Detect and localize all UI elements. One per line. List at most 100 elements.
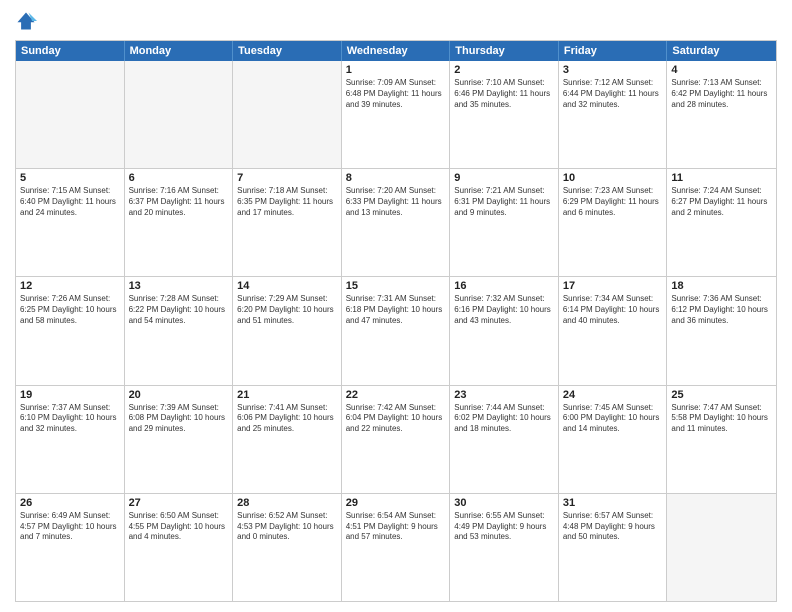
calendar-cell-4-2: 28 Sunrise: 6:52 AM Sunset: 4:53 PM Dayli…	[233, 494, 342, 601]
day-info-8: Sunrise: 7:20 AM Sunset: 6:33 PM Dayligh…	[346, 186, 446, 218]
day-number-27: 27	[129, 497, 229, 509]
day-info-24: Sunrise: 7:45 AM Sunset: 6:00 PM Dayligh…	[563, 403, 663, 435]
calendar-cell-3-4: 23 Sunrise: 7:44 AM Sunset: 6:02 PM Dayli…	[450, 386, 559, 493]
day-number-12: 12	[20, 280, 120, 292]
calendar-cell-4-3: 29 Sunrise: 6:54 AM Sunset: 4:51 PM Dayli…	[342, 494, 451, 601]
calendar-cell-2-0: 12 Sunrise: 7:26 AM Sunset: 6:25 PM Dayli…	[16, 277, 125, 384]
day-number-6: 6	[129, 172, 229, 184]
day-info-14: Sunrise: 7:29 AM Sunset: 6:20 PM Dayligh…	[237, 294, 337, 326]
day-info-30: Sunrise: 6:55 AM Sunset: 4:49 PM Dayligh…	[454, 511, 554, 543]
day-info-3: Sunrise: 7:12 AM Sunset: 6:44 PM Dayligh…	[563, 78, 663, 110]
calendar-cell-3-2: 21 Sunrise: 7:41 AM Sunset: 6:06 PM Dayli…	[233, 386, 342, 493]
day-number-10: 10	[563, 172, 663, 184]
day-info-29: Sunrise: 6:54 AM Sunset: 4:51 PM Dayligh…	[346, 511, 446, 543]
day-number-14: 14	[237, 280, 337, 292]
header-day-tuesday: Tuesday	[233, 41, 342, 61]
day-info-12: Sunrise: 7:26 AM Sunset: 6:25 PM Dayligh…	[20, 294, 120, 326]
day-number-18: 18	[671, 280, 772, 292]
header-day-wednesday: Wednesday	[342, 41, 451, 61]
day-number-28: 28	[237, 497, 337, 509]
day-info-22: Sunrise: 7:42 AM Sunset: 6:04 PM Dayligh…	[346, 403, 446, 435]
calendar-row-0: 1 Sunrise: 7:09 AM Sunset: 6:48 PM Daylig…	[16, 61, 776, 169]
calendar-cell-3-5: 24 Sunrise: 7:45 AM Sunset: 6:00 PM Dayli…	[559, 386, 668, 493]
day-number-23: 23	[454, 389, 554, 401]
day-info-17: Sunrise: 7:34 AM Sunset: 6:14 PM Dayligh…	[563, 294, 663, 326]
day-number-21: 21	[237, 389, 337, 401]
header-day-thursday: Thursday	[450, 41, 559, 61]
calendar-cell-0-6: 4 Sunrise: 7:13 AM Sunset: 6:42 PM Daylig…	[667, 61, 776, 168]
day-number-30: 30	[454, 497, 554, 509]
day-info-26: Sunrise: 6:49 AM Sunset: 4:57 PM Dayligh…	[20, 511, 120, 543]
calendar-cell-4-6	[667, 494, 776, 601]
header-day-monday: Monday	[125, 41, 234, 61]
calendar: SundayMondayTuesdayWednesdayThursdayFrid…	[15, 40, 777, 602]
day-number-1: 1	[346, 64, 446, 76]
calendar-cell-3-1: 20 Sunrise: 7:39 AM Sunset: 6:08 PM Dayli…	[125, 386, 234, 493]
calendar-cell-2-2: 14 Sunrise: 7:29 AM Sunset: 6:20 PM Dayli…	[233, 277, 342, 384]
calendar-cell-2-5: 17Sunrise: 7:34 AM Sunset: 6:14 PM Dayli…	[559, 277, 668, 384]
day-info-20: Sunrise: 7:39 AM Sunset: 6:08 PM Dayligh…	[129, 403, 229, 435]
day-info-18: Sunrise: 7:36 AM Sunset: 6:12 PM Dayligh…	[671, 294, 772, 326]
day-number-15: 15	[346, 280, 446, 292]
day-info-25: Sunrise: 7:47 AM Sunset: 5:58 PM Dayligh…	[671, 403, 772, 435]
calendar-cell-1-5: 10 Sunrise: 7:23 AM Sunset: 6:29 PM Dayli…	[559, 169, 668, 276]
day-number-20: 20	[129, 389, 229, 401]
calendar-row-3: 19 Sunrise: 7:37 AM Sunset: 6:10 PM Dayli…	[16, 386, 776, 494]
day-number-29: 29	[346, 497, 446, 509]
calendar-cell-2-1: 13 Sunrise: 7:28 AM Sunset: 6:22 PM Dayli…	[125, 277, 234, 384]
calendar-cell-1-4: 9 Sunrise: 7:21 AM Sunset: 6:31 PM Daylig…	[450, 169, 559, 276]
day-number-11: 11	[671, 172, 772, 184]
day-number-19: 19	[20, 389, 120, 401]
day-number-3: 3	[563, 64, 663, 76]
calendar-row-4: 26 Sunrise: 6:49 AM Sunset: 4:57 PM Dayli…	[16, 494, 776, 601]
calendar-cell-2-6: 18 Sunrise: 7:36 AM Sunset: 6:12 PM Dayli…	[667, 277, 776, 384]
day-info-21: Sunrise: 7:41 AM Sunset: 6:06 PM Dayligh…	[237, 403, 337, 435]
logo	[15, 10, 39, 32]
calendar-cell-0-4: 2Sunrise: 7:10 AM Sunset: 6:46 PM Daylig…	[450, 61, 559, 168]
header	[15, 10, 777, 32]
day-info-28: Sunrise: 6:52 AM Sunset: 4:53 PM Dayligh…	[237, 511, 337, 543]
day-number-5: 5	[20, 172, 120, 184]
header-day-saturday: Saturday	[667, 41, 776, 61]
day-info-13: Sunrise: 7:28 AM Sunset: 6:22 PM Dayligh…	[129, 294, 229, 326]
calendar-header: SundayMondayTuesdayWednesdayThursdayFrid…	[16, 41, 776, 61]
calendar-cell-1-1: 6 Sunrise: 7:16 AM Sunset: 6:37 PM Daylig…	[125, 169, 234, 276]
calendar-row-1: 5Sunrise: 7:15 AM Sunset: 6:40 PM Daylig…	[16, 169, 776, 277]
calendar-cell-3-3: 22Sunrise: 7:42 AM Sunset: 6:04 PM Dayli…	[342, 386, 451, 493]
day-info-6: Sunrise: 7:16 AM Sunset: 6:37 PM Dayligh…	[129, 186, 229, 218]
logo-icon	[15, 10, 37, 32]
day-info-10: Sunrise: 7:23 AM Sunset: 6:29 PM Dayligh…	[563, 186, 663, 218]
header-day-sunday: Sunday	[16, 41, 125, 61]
day-info-23: Sunrise: 7:44 AM Sunset: 6:02 PM Dayligh…	[454, 403, 554, 435]
day-info-4: Sunrise: 7:13 AM Sunset: 6:42 PM Dayligh…	[671, 78, 772, 110]
calendar-cell-1-3: 8 Sunrise: 7:20 AM Sunset: 6:33 PM Daylig…	[342, 169, 451, 276]
calendar-body: 1 Sunrise: 7:09 AM Sunset: 6:48 PM Daylig…	[16, 61, 776, 601]
day-info-19: Sunrise: 7:37 AM Sunset: 6:10 PM Dayligh…	[20, 403, 120, 435]
calendar-cell-2-4: 16Sunrise: 7:32 AM Sunset: 6:16 PM Dayli…	[450, 277, 559, 384]
day-number-31: 31	[563, 497, 663, 509]
day-number-9: 9	[454, 172, 554, 184]
day-info-15: Sunrise: 7:31 AM Sunset: 6:18 PM Dayligh…	[346, 294, 446, 326]
calendar-cell-0-2	[233, 61, 342, 168]
calendar-cell-1-6: 11 Sunrise: 7:24 AM Sunset: 6:27 PM Dayli…	[667, 169, 776, 276]
day-info-7: Sunrise: 7:18 AM Sunset: 6:35 PM Dayligh…	[237, 186, 337, 218]
calendar-cell-4-0: 26 Sunrise: 6:49 AM Sunset: 4:57 PM Dayli…	[16, 494, 125, 601]
day-number-13: 13	[129, 280, 229, 292]
day-info-1: Sunrise: 7:09 AM Sunset: 6:48 PM Dayligh…	[346, 78, 446, 110]
calendar-row-2: 12 Sunrise: 7:26 AM Sunset: 6:25 PM Dayli…	[16, 277, 776, 385]
calendar-cell-0-5: 3 Sunrise: 7:12 AM Sunset: 6:44 PM Daylig…	[559, 61, 668, 168]
day-number-7: 7	[237, 172, 337, 184]
calendar-cell-3-0: 19 Sunrise: 7:37 AM Sunset: 6:10 PM Dayli…	[16, 386, 125, 493]
day-number-16: 16	[454, 280, 554, 292]
day-number-26: 26	[20, 497, 120, 509]
calendar-cell-0-0	[16, 61, 125, 168]
day-info-11: Sunrise: 7:24 AM Sunset: 6:27 PM Dayligh…	[671, 186, 772, 218]
day-number-4: 4	[671, 64, 772, 76]
day-number-24: 24	[563, 389, 663, 401]
calendar-cell-1-0: 5Sunrise: 7:15 AM Sunset: 6:40 PM Daylig…	[16, 169, 125, 276]
day-info-9: Sunrise: 7:21 AM Sunset: 6:31 PM Dayligh…	[454, 186, 554, 218]
day-number-25: 25	[671, 389, 772, 401]
calendar-cell-0-3: 1 Sunrise: 7:09 AM Sunset: 6:48 PM Daylig…	[342, 61, 451, 168]
calendar-cell-4-4: 30 Sunrise: 6:55 AM Sunset: 4:49 PM Dayli…	[450, 494, 559, 601]
day-number-8: 8	[346, 172, 446, 184]
